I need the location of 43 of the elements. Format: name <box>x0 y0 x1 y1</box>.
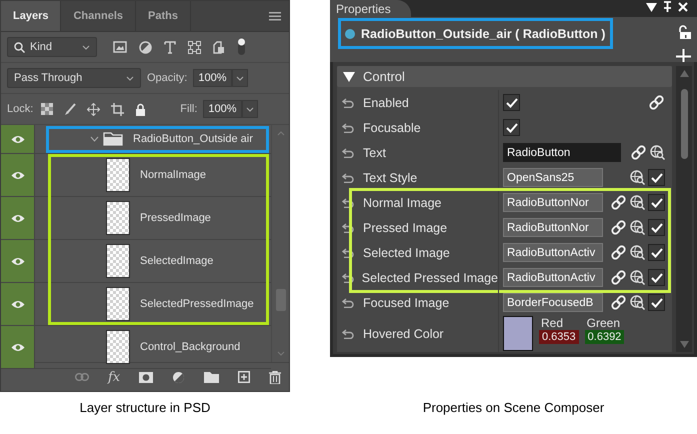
property-label: Focused Image <box>363 296 450 310</box>
channel-field[interactable]: 0.6392 <box>584 330 624 344</box>
panel-tab[interactable]: Paths <box>136 1 191 31</box>
layer-name[interactable]: PressedImage <box>140 212 211 224</box>
lock-label: Lock: <box>7 103 34 115</box>
blend-mode-dropdown[interactable]: Pass Through <box>7 68 141 88</box>
property-label: Pressed Image <box>363 220 448 234</box>
property-label: Selected Pressed Image <box>362 270 498 284</box>
property-label: Enabled <box>363 96 409 110</box>
opacity-field[interactable]: 100% <box>193 69 232 87</box>
layer-name[interactable]: RadioButton_Outside air <box>133 133 253 145</box>
property-label: Normal Image <box>363 196 442 210</box>
caption: Layer structure in PSD <box>78 400 212 417</box>
property-label: Hovered Color <box>363 326 444 340</box>
layer-name[interactable]: NormalImage <box>140 169 206 181</box>
layer-name[interactable]: SelectedImage <box>140 255 214 267</box>
effects-button[interactable]: fx <box>108 370 120 384</box>
resource-field[interactable]: RadioButtonActiv <box>503 243 603 262</box>
panel-tab[interactable]: Channels <box>61 1 136 31</box>
fill-field[interactable]: 100% <box>203 100 242 118</box>
panel-tab[interactable]: Properties <box>330 0 411 17</box>
fill-label: Fill: <box>180 103 198 115</box>
resource-field[interactable]: RadioButtonNor <box>503 218 603 237</box>
channel-field[interactable]: 0.6353 <box>539 330 579 344</box>
resource-field[interactable]: BorderFocusedB <box>503 293 603 312</box>
section-header[interactable]: Control <box>337 66 672 87</box>
property-label: Selected Image <box>363 246 450 260</box>
resource-field[interactable]: RadioButtonNor <box>503 193 603 212</box>
property-label: Focusable <box>363 120 421 134</box>
channel-label: Red <box>540 316 564 330</box>
resource-field[interactable]: RadioButtonActiv <box>503 268 603 287</box>
panel-tab[interactable]: Layers <box>1 1 62 31</box>
layer-name[interactable]: Control_Background <box>140 341 240 353</box>
resource-field[interactable]: OpenSans25 <box>503 168 603 187</box>
opacity-label: Opacity: <box>147 72 188 84</box>
object-name: RadioButton_Outside_air ( RadioButton ) <box>361 26 606 40</box>
text-field[interactable]: RadioButton <box>503 143 621 162</box>
property-label: Text Style <box>363 170 418 184</box>
layer-name[interactable]: SelectedPressedImage <box>140 298 254 310</box>
caption: Properties on Scene Composer <box>422 400 606 417</box>
property-label: Text <box>363 146 386 160</box>
filter-dropdown[interactable]: Kind <box>7 37 97 57</box>
channel-label: Green <box>586 316 622 330</box>
